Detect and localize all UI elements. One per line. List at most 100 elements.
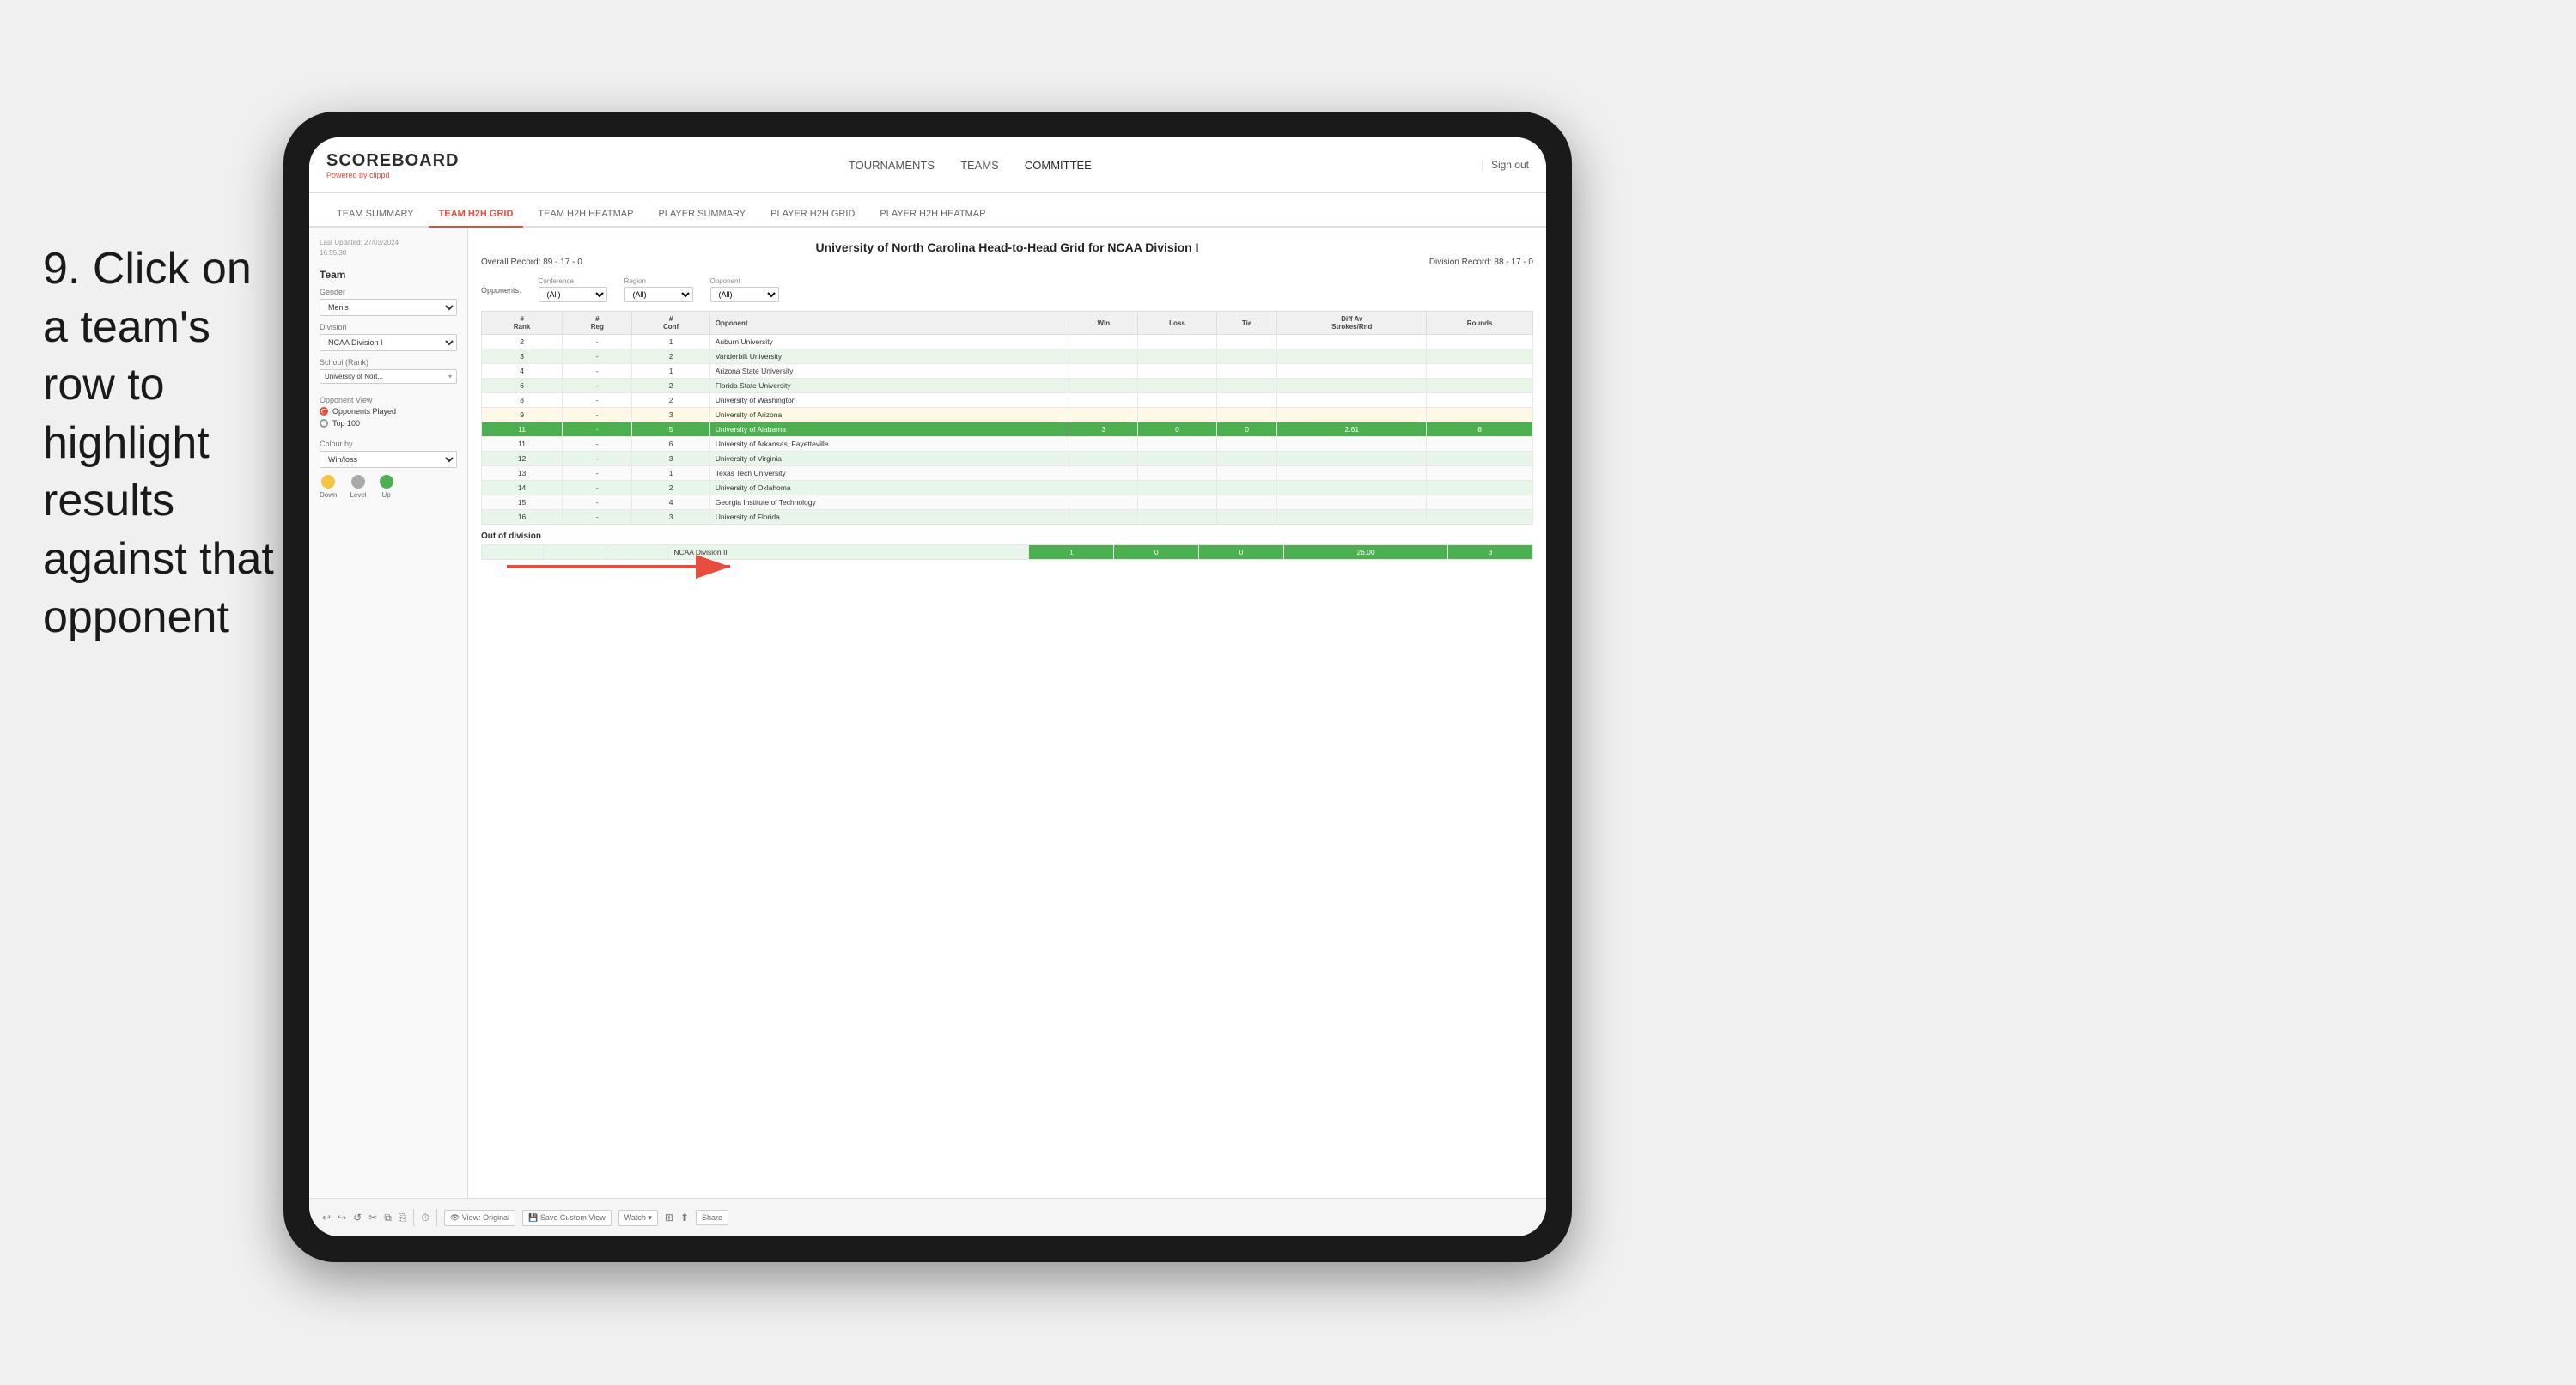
view-original-btn[interactable]: 👁 View: Original bbox=[444, 1210, 515, 1226]
clock-icon[interactable]: ⏱ bbox=[421, 1212, 429, 1224]
col-opponent: Opponent bbox=[709, 312, 1069, 335]
share-btn[interactable]: Share bbox=[696, 1210, 728, 1225]
table-row[interactable]: 15-4Georgia Institute of Technology bbox=[482, 495, 1533, 510]
school-label: School (Rank) bbox=[320, 358, 457, 367]
legend-up: Up bbox=[380, 475, 393, 499]
gender-select[interactable]: Men's bbox=[320, 299, 457, 316]
legend-down-dot bbox=[321, 475, 335, 489]
logo-area: SCOREBOARD Powered by clippd bbox=[326, 151, 459, 179]
division-label: Division bbox=[320, 323, 457, 331]
out-of-division-header: Out of division bbox=[481, 525, 1533, 544]
ood-label: NCAA Division II bbox=[668, 545, 1029, 560]
table-row[interactable]: 11-6University of Arkansas, Fayetteville bbox=[482, 437, 1533, 452]
opponent-view-section: Opponent View Opponents Played Top 100 bbox=[320, 396, 457, 428]
main-content: Last Updated: 27/03/2024 16:55:38 Team G… bbox=[309, 228, 1546, 1198]
filters-row: Opponents: Conference (All) Region (All) bbox=[481, 277, 1533, 302]
table-row[interactable]: 11-5University of Alabama3002.618 bbox=[482, 422, 1533, 437]
nav-tournaments[interactable]: TOURNAMENTS bbox=[849, 159, 935, 172]
col-loss: Loss bbox=[1138, 312, 1217, 335]
legend-up-dot bbox=[380, 475, 393, 489]
table-row[interactable]: 8-2University of Washington bbox=[482, 393, 1533, 408]
out-of-division-row[interactable]: NCAA Division II 1 0 0 26.00 3 bbox=[482, 545, 1533, 560]
division-record: Division Record: 88 - 17 - 0 bbox=[1429, 258, 1533, 267]
tab-team-h2h-grid[interactable]: TEAM H2H GRID bbox=[429, 202, 524, 228]
tab-player-h2h-grid[interactable]: PLAYER H2H GRID bbox=[760, 202, 865, 228]
region-filter-select[interactable]: (All) bbox=[624, 287, 693, 302]
table-row[interactable]: 13-1Texas Tech University bbox=[482, 466, 1533, 481]
undo-icon[interactable]: ↩ bbox=[322, 1212, 331, 1224]
region-filter: Region (All) bbox=[624, 277, 693, 302]
copy-icon[interactable]: ⧉ bbox=[384, 1212, 392, 1224]
table-row[interactable]: 3-2Vanderbilt University bbox=[482, 349, 1533, 364]
ood-win: 1 bbox=[1029, 545, 1114, 560]
opponent-filter-label: Opponent bbox=[710, 277, 779, 285]
layout-icon[interactable]: ⊞ bbox=[665, 1212, 673, 1224]
ood-loss: 0 bbox=[1114, 545, 1199, 560]
toolbar-sep-2 bbox=[436, 1209, 437, 1226]
logo-title: SCOREBOARD bbox=[326, 151, 459, 171]
col-rank: #Rank bbox=[482, 312, 563, 335]
top-nav: SCOREBOARD Powered by clippd TOURNAMENTS… bbox=[309, 137, 1546, 193]
colour-by-select[interactable]: Win/loss bbox=[320, 451, 457, 468]
ood-conf bbox=[606, 545, 667, 560]
bottom-toolbar: ↩ ↪ ↺ ✂ ⧉ ⎘ ⏱ 👁 View: Original 💾 Save Cu… bbox=[309, 1198, 1546, 1236]
ood-rounds: 3 bbox=[1448, 545, 1533, 560]
nav-teams[interactable]: TEAMS bbox=[960, 159, 999, 172]
back-icon[interactable]: ↺ bbox=[353, 1212, 362, 1224]
tab-team-summary[interactable]: TEAM SUMMARY bbox=[326, 202, 424, 228]
cut-icon[interactable]: ✂ bbox=[368, 1212, 377, 1224]
colour-by-section: Colour by Win/loss Down Level bbox=[320, 440, 457, 499]
tablet-device: SCOREBOARD Powered by clippd TOURNAMENTS… bbox=[283, 112, 1572, 1262]
table-header-row: #Rank #Reg #Conf Opponent Win Loss Tie D… bbox=[482, 312, 1533, 335]
sub-nav: TEAM SUMMARY TEAM H2H GRID TEAM H2H HEAT… bbox=[309, 193, 1546, 228]
view-icon: 👁 bbox=[450, 1213, 462, 1222]
col-conf: #Conf bbox=[632, 312, 709, 335]
out-of-division-table: NCAA Division II 1 0 0 26.00 3 bbox=[481, 544, 1533, 560]
colour-by-label: Colour by bbox=[320, 440, 457, 448]
toolbar-sep-1 bbox=[413, 1209, 414, 1226]
nav-divider: | bbox=[1481, 158, 1484, 172]
table-row[interactable]: 4-1Arizona State University bbox=[482, 364, 1533, 379]
last-updated: Last Updated: 27/03/2024 16:55:38 bbox=[320, 238, 457, 258]
tab-player-summary[interactable]: PLAYER SUMMARY bbox=[648, 202, 756, 228]
tablet-screen: SCOREBOARD Powered by clippd TOURNAMENTS… bbox=[309, 137, 1546, 1236]
save-icon: 💾 bbox=[528, 1213, 540, 1222]
conference-filter: Conference (All) bbox=[539, 277, 607, 302]
ood-reg bbox=[544, 545, 606, 560]
sign-out-link[interactable]: Sign out bbox=[1491, 159, 1529, 171]
opponents-filter-label: Opponents: bbox=[481, 286, 521, 295]
save-custom-view-btn[interactable]: 💾 Save Custom View bbox=[522, 1210, 612, 1226]
opponent-filter-select[interactable]: (All) bbox=[710, 287, 779, 302]
nav-links: TOURNAMENTS TEAMS COMMITTEE bbox=[849, 159, 1092, 172]
division-select[interactable]: NCAA Division I bbox=[320, 334, 457, 351]
watch-btn[interactable]: Watch ▾ bbox=[618, 1210, 658, 1226]
col-diff: Diff AvStrokes/Rnd bbox=[1277, 312, 1427, 335]
opponents-played-radio-dot bbox=[320, 407, 328, 416]
table-row[interactable]: 16-3University of Florida bbox=[482, 510, 1533, 525]
table-row[interactable]: 2-1Auburn University bbox=[482, 335, 1533, 349]
nav-committee[interactable]: COMMITTEE bbox=[1025, 159, 1092, 172]
tab-team-h2h-heatmap[interactable]: TEAM H2H HEATMAP bbox=[527, 202, 643, 228]
top-100-radio[interactable]: Top 100 bbox=[320, 419, 457, 428]
logo-subtitle: Powered by clippd bbox=[326, 171, 459, 179]
grid-title: University of North Carolina Head-to-Hea… bbox=[481, 240, 1533, 254]
tab-player-h2h-heatmap[interactable]: PLAYER H2H HEATMAP bbox=[869, 202, 996, 228]
opponent-view-label: Opponent View bbox=[320, 396, 457, 404]
opponents-played-radio[interactable]: Opponents Played bbox=[320, 407, 457, 416]
table-body: 2-1Auburn University3-2Vanderbilt Univer… bbox=[482, 335, 1533, 525]
col-tie: Tie bbox=[1216, 312, 1277, 335]
table-row[interactable]: 6-2Florida State University bbox=[482, 379, 1533, 393]
redo-icon[interactable]: ↪ bbox=[338, 1212, 346, 1224]
paste-icon[interactable]: ⎘ bbox=[399, 1212, 407, 1224]
conference-filter-select[interactable]: (All) bbox=[539, 287, 607, 302]
gender-label: Gender bbox=[320, 288, 457, 296]
table-row[interactable]: 12-3University of Virginia bbox=[482, 452, 1533, 466]
table-row[interactable]: 14-2University of Oklahoma bbox=[482, 481, 1533, 495]
export-icon[interactable]: ⬆ bbox=[680, 1212, 689, 1224]
opponent-filter: Opponent (All) bbox=[710, 277, 779, 302]
school-input[interactable]: University of Nort... ▾ bbox=[320, 369, 457, 384]
ood-rank bbox=[482, 545, 544, 560]
table-row[interactable]: 9-3University of Arizona bbox=[482, 408, 1533, 422]
grid-records: Overall Record: 89 - 17 - 0 Division Rec… bbox=[481, 258, 1533, 267]
col-reg: #Reg bbox=[563, 312, 632, 335]
